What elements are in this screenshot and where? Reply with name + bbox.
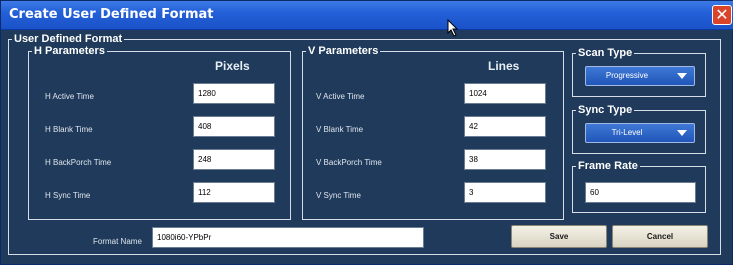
window-title: Create User Defined Format [9, 7, 214, 22]
v-active-time-label: V Active Time [316, 92, 365, 101]
frame-rate-legend: Frame Rate [578, 160, 638, 172]
close-icon: ✕ [715, 5, 729, 24]
close-button[interactable]: ✕ [712, 5, 732, 25]
h-blank-time-label: H Blank Time [45, 125, 93, 134]
chevron-down-icon [677, 130, 687, 136]
v-parameters-legend: V Parameters [308, 45, 379, 57]
save-button[interactable]: Save [511, 225, 607, 248]
format-name-input[interactable]: 1080i60-YPbPr [152, 227, 424, 248]
v-blank-time-label: V Blank Time [316, 125, 364, 134]
format-name-label: Format Name [93, 237, 142, 246]
v-backporch-time-input[interactable]: 38 [464, 149, 546, 170]
frame-rate-input[interactable]: 60 [585, 182, 696, 203]
h-backporch-time-label: H BackPorch Time [45, 158, 112, 167]
scan-type-selected: Progressive [605, 71, 649, 80]
h-sync-time-label: H Sync Time [45, 191, 91, 200]
scan-type-legend: Scan Type [578, 47, 633, 59]
h-active-time-label: H Active Time [45, 92, 94, 101]
v-blank-time-input[interactable]: 42 [464, 116, 546, 137]
chevron-down-icon [677, 73, 687, 79]
h-blank-time-input[interactable]: 408 [193, 116, 275, 137]
v-backporch-time-label: V BackPorch Time [316, 158, 382, 167]
sync-type-dropdown[interactable]: Tri-Level [585, 123, 695, 143]
h-backporch-time-input[interactable]: 248 [193, 149, 275, 170]
sync-type-selected: Tri-Level [611, 128, 643, 137]
sync-type-legend: Sync Type [578, 104, 633, 116]
v-active-time-input[interactable]: 1024 [464, 83, 546, 104]
user-defined-format-legend: User Defined Format [14, 33, 123, 45]
h-active-time-input[interactable]: 1280 [193, 83, 275, 104]
h-sync-time-input[interactable]: 112 [193, 182, 275, 203]
cancel-button[interactable]: Cancel [612, 225, 708, 248]
lines-column-header: Lines [488, 59, 520, 73]
scan-type-dropdown[interactable]: Progressive [585, 66, 695, 86]
v-sync-time-label: V Sync Time [316, 191, 361, 200]
v-sync-time-input[interactable]: 3 [464, 182, 546, 203]
title-bar[interactable]: Create User Defined Format ✕ [1, 1, 733, 30]
pixels-column-header: Pixels [215, 59, 250, 73]
create-user-defined-format-dialog: Create User Defined Format ✕ User Define… [0, 0, 733, 265]
h-parameters-legend: H Parameters [34, 45, 105, 57]
